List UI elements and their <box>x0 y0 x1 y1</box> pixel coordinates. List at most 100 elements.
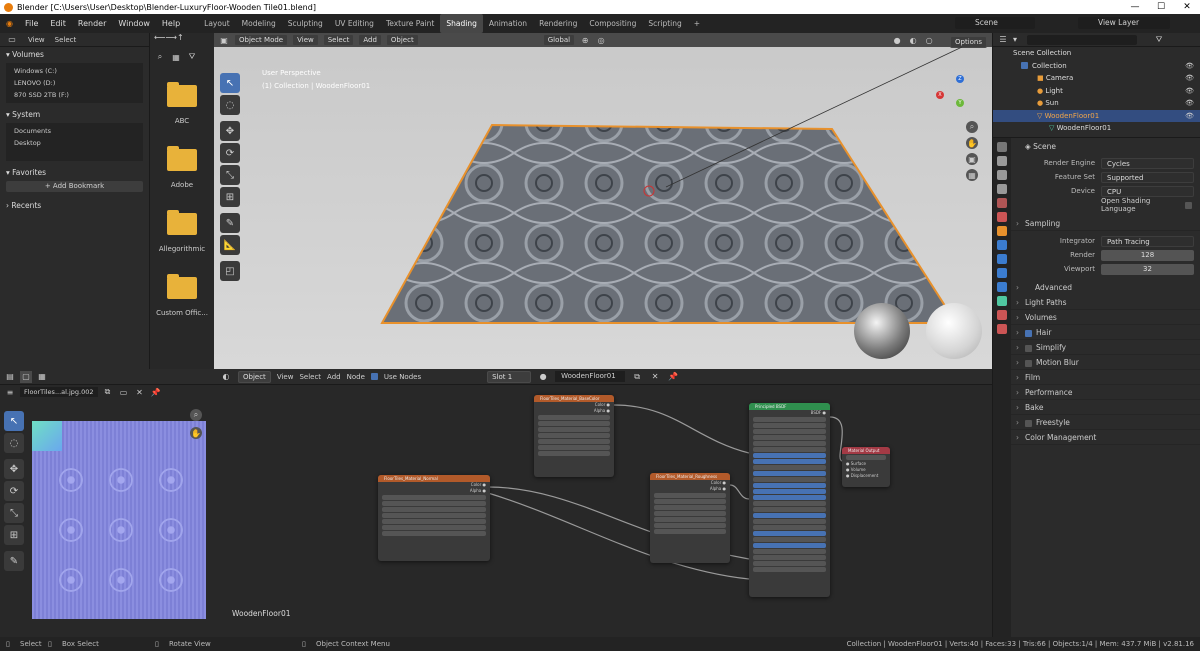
ortho-grid-icon[interactable]: ▦ <box>966 169 978 181</box>
unlink-image-icon[interactable]: ✕ <box>134 386 146 398</box>
visibility-icon[interactable]: 👁 <box>1185 72 1194 85</box>
visibility-icon[interactable]: 👁 <box>1185 85 1194 98</box>
integrator-dropdown[interactable]: Path Tracing <box>1101 235 1194 247</box>
menu-icon[interactable]: ≡ <box>4 386 16 398</box>
menu-render[interactable]: Render <box>72 14 112 33</box>
folder-item[interactable]: Adobe <box>150 146 214 189</box>
zoom-icon[interactable]: ⌕ <box>190 409 202 421</box>
pan-hand-icon[interactable]: ✋ <box>190 427 202 439</box>
hair-checkbox[interactable] <box>1025 329 1032 337</box>
select-tool-icon[interactable]: ↖ <box>4 411 24 431</box>
pan-hand-icon[interactable]: ✋ <box>966 137 978 149</box>
viewport-samples-field[interactable]: 32 <box>1101 263 1194 275</box>
view-menu-icon[interactable]: ▦ <box>36 371 48 383</box>
outliner-search-input[interactable] <box>1027 34 1137 45</box>
osl-checkbox[interactable] <box>1185 201 1192 209</box>
filter-icon[interactable]: ⛛ <box>1153 34 1165 46</box>
volumes-header[interactable]: ▾ Volumes <box>0 47 149 63</box>
color-management-section[interactable]: Color Management <box>1011 430 1200 445</box>
particles-tab-icon[interactable] <box>997 254 1007 264</box>
volume-item[interactable]: 870 SSD 2TB (F:) <box>6 89 143 101</box>
add-bookmark-button[interactable]: + Add Bookmark <box>6 181 143 192</box>
transform-tool-icon[interactable]: ⊞ <box>4 525 24 545</box>
gizmo-y[interactable]: Y <box>956 99 964 107</box>
render-engine-dropdown[interactable]: Cycles <box>1101 157 1194 169</box>
material-tab-icon[interactable] <box>997 310 1007 320</box>
bake-section[interactable]: Bake <box>1011 400 1200 415</box>
folder-item[interactable]: ABC <box>150 82 214 125</box>
outliner-light[interactable]: ● Light 👁 <box>993 85 1200 98</box>
editor-type-icon[interactable]: ☰ <box>997 34 1009 46</box>
constraints-tab-icon[interactable] <box>997 282 1007 292</box>
image-name-field[interactable]: FloorTiles...al.jpg.002 <box>20 387 98 397</box>
system-item[interactable]: Documents <box>6 125 143 137</box>
navigation-gizmo[interactable]: Z X Y <box>932 71 972 111</box>
volume-item[interactable]: LENOVO (D:) <box>6 77 143 89</box>
gizmo-z[interactable]: Z <box>956 75 964 83</box>
device-dropdown[interactable]: CPU <box>1101 185 1194 197</box>
editor-type-icon[interactable]: ▤ <box>4 371 16 383</box>
tab-modeling[interactable]: Modeling <box>236 14 282 33</box>
material-output-node[interactable]: Material Output ● Surface ● Volume ● Displ… <box>842 447 890 487</box>
motion-blur-section[interactable]: Motion Blur <box>1011 355 1200 370</box>
outliner-camera[interactable]: ■ Camera 👁 <box>993 72 1200 85</box>
tool-tab-icon[interactable] <box>997 142 1007 152</box>
simplify-section[interactable]: Simplify <box>1011 340 1200 355</box>
menu-window[interactable]: Window <box>112 14 156 33</box>
visibility-icon[interactable]: 👁 <box>1185 110 1194 123</box>
image-texture-node[interactable]: FloorTiles_Material_Normal Color ● Alpha … <box>378 475 490 561</box>
freestyle-checkbox[interactable] <box>1025 419 1032 427</box>
tab-scripting[interactable]: Scripting <box>642 14 687 33</box>
simplify-checkbox[interactable] <box>1025 344 1032 352</box>
advanced-subsection[interactable]: Advanced <box>1011 280 1200 295</box>
osl-row[interactable]: Open Shading Language <box>1011 197 1200 213</box>
modifier-tab-icon[interactable] <box>997 240 1007 250</box>
volumes-section[interactable]: Volumes <box>1011 310 1200 325</box>
scene-tab-icon[interactable] <box>997 198 1007 208</box>
maximize-button[interactable]: ☐ <box>1148 0 1174 14</box>
image-texture-node[interactable]: FloorTiles_Material_BaseColor Color ● Alp… <box>534 395 614 477</box>
volume-item[interactable]: Windows (C:) <box>6 65 143 77</box>
filter-icon[interactable]: ⛛ <box>186 51 198 63</box>
world-tab-icon[interactable] <box>997 212 1007 222</box>
light-paths-section[interactable]: Light Paths <box>1011 295 1200 310</box>
system-header[interactable]: ▾ System <box>0 107 149 123</box>
tab-texture-paint[interactable]: Texture Paint <box>380 14 440 33</box>
display-mode-icon[interactable]: ▾ <box>1009 34 1021 46</box>
tab-animation[interactable]: Animation <box>483 14 533 33</box>
system-item[interactable]: Desktop <box>6 137 143 149</box>
minimize-button[interactable]: — <box>1122 0 1148 14</box>
editor-type-icon[interactable]: ▭ <box>6 34 18 46</box>
performance-section[interactable]: Performance <box>1011 385 1200 400</box>
output-tab-icon[interactable] <box>997 170 1007 180</box>
freestyle-section[interactable]: Freestyle <box>1011 415 1200 430</box>
folder-item[interactable]: Allegorithmic <box>150 210 214 253</box>
3d-viewport[interactable]: ▣ Object Mode View Select Add Object Glo… <box>214 33 992 369</box>
image-mode-icon[interactable]: ▢ <box>20 370 32 383</box>
gizmo-x[interactable]: X <box>936 91 944 99</box>
visibility-icon[interactable]: 👁 <box>1185 97 1194 110</box>
add-workspace-button[interactable]: + <box>688 14 706 33</box>
view-layer-tab-icon[interactable] <box>997 184 1007 194</box>
texture-tab-icon[interactable] <box>997 324 1007 334</box>
data-tab-icon[interactable] <box>997 296 1007 306</box>
zoom-icon[interactable]: ⌕ <box>966 121 978 133</box>
move-tool-icon[interactable]: ✥ <box>4 459 24 479</box>
principled-bsdf-node[interactable]: Principled BSDF BSDF ● <box>749 403 830 597</box>
tab-sculpting[interactable]: Sculpting <box>282 14 329 33</box>
fb-select-menu[interactable]: Select <box>55 36 77 44</box>
annotate-tool-icon[interactable]: ✎ <box>4 551 24 571</box>
favorites-header[interactable]: ▾ Favorites <box>0 165 149 181</box>
normal-map-image[interactable] <box>32 421 206 619</box>
motion-blur-checkbox[interactable] <box>1025 359 1032 367</box>
menu-file[interactable]: File <box>19 14 44 33</box>
display-mode-icon[interactable]: ▦ <box>170 51 182 63</box>
duplicate-image-icon[interactable]: ⧉ <box>102 386 114 398</box>
search-icon[interactable]: ⌕ <box>154 51 166 63</box>
blender-menu-icon[interactable]: ◉ <box>0 14 19 33</box>
scale-tool-icon[interactable]: ⤡ <box>4 503 24 523</box>
object-tab-icon[interactable] <box>997 226 1007 236</box>
open-image-icon[interactable]: ▭ <box>118 386 130 398</box>
nav-arrows-icon[interactable]: ⟵⟶↑ <box>150 33 214 47</box>
outliner-woodenfloor-mesh[interactable]: ▽ WoodenFloor01 <box>993 122 1200 135</box>
